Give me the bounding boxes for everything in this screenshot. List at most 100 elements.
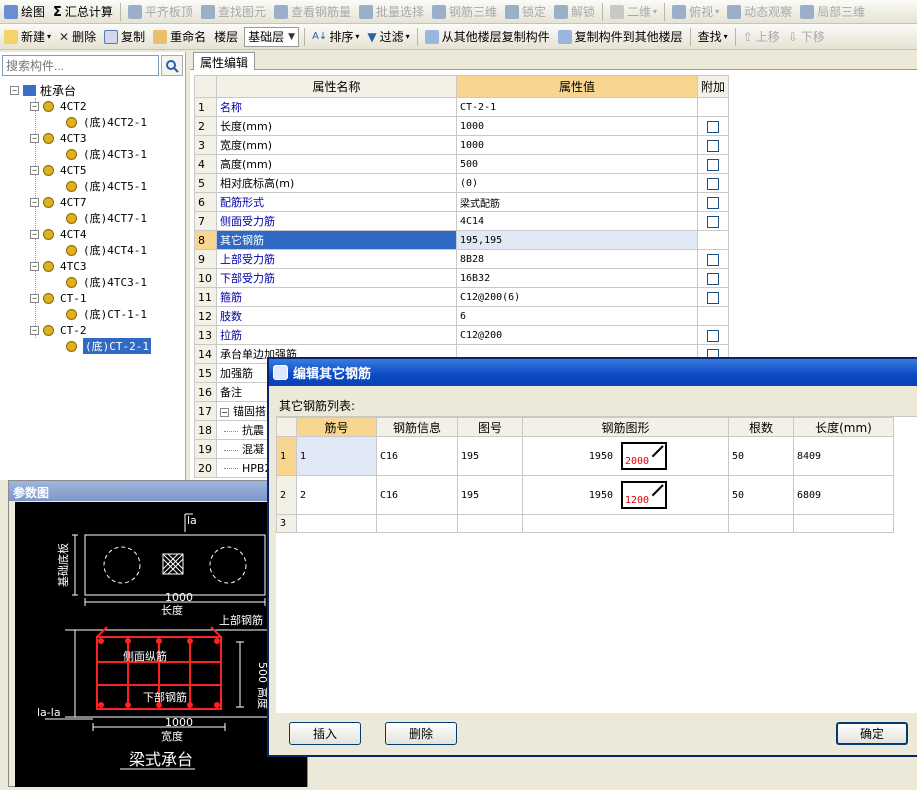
find-button[interactable]: 查找 ▾ [694,26,732,48]
ok-button[interactable]: 确定 [836,722,908,745]
move-up-button[interactable]: ⇧ 上移 [739,26,784,48]
property-row[interactable]: 2 长度(mm) 1000 [194,116,730,136]
property-row[interactable]: 4 高度(mm) 500 [194,154,730,174]
toolbar-button-lock[interactable]: 锁定 [501,1,550,23]
toolbar-button-view-rebar[interactable]: 查看钢筋量 [270,1,355,23]
toolbar-button-unlock[interactable]: 解锁 [550,1,599,23]
property-value[interactable]: 16B32 [456,268,698,288]
collapse-icon[interactable]: − [30,261,39,271]
copy-button[interactable]: 复制 [100,26,149,48]
tree-subitem-ct-2[interactable]: (底)CT-2-1 [66,338,151,354]
copy-from-floor-button[interactable]: 从其他楼层复制构件 [421,26,554,48]
copy-to-floor-button[interactable]: 复制构件到其他楼层 [554,26,687,48]
count-cell[interactable]: 50 [728,475,794,515]
tree-subitem-4ct5[interactable]: (底)4CT5-1 [66,178,147,194]
tree-subitem-4ct4[interactable]: (底)4CT4-1 [66,242,147,258]
property-value[interactable]: 500 [456,154,698,174]
collapse-icon[interactable]: − [30,101,39,111]
count-cell[interactable]: 50 [728,436,794,476]
tree-subitem-4ct7[interactable]: (底)4CT7-1 [66,210,147,226]
property-row[interactable]: 1 名称 CT-2-1 [194,97,730,117]
tree-root[interactable]: − 桩承台 [10,82,76,98]
property-row[interactable]: 11 箍筋 C12@200(6) [194,287,730,307]
bar-info-cell[interactable]: C16 [376,436,458,476]
collapse-icon[interactable]: − [30,133,39,143]
property-value[interactable]: 梁式配筋 [456,192,698,212]
property-value[interactable]: C12@200(6) [456,287,698,307]
extra-checkbox[interactable] [707,158,719,171]
tree-item-4ct2[interactable]: − 4CT2 [30,98,87,114]
delete-button[interactable]: ✕ 删除 [55,26,100,48]
property-row[interactable]: 10 下部受力筋 16B32 [194,268,730,288]
bar-shape-cell[interactable] [522,514,729,533]
bar-number-cell[interactable] [296,514,377,533]
property-value[interactable]: C12@200 [456,325,698,345]
extra-checkbox[interactable] [707,215,719,228]
tree-item-4tc3[interactable]: − 4TC3 [30,258,87,274]
tab-property-edit[interactable]: 属性编辑 [193,52,256,70]
bar-shape-cell[interactable]: 1950 1200 [522,475,729,515]
delete-row-button[interactable]: 删除 [385,722,457,745]
collapse-icon[interactable]: − [30,165,39,175]
count-cell[interactable] [728,514,794,533]
bar-info-cell[interactable] [376,514,458,533]
tree-subitem-ct-1[interactable]: (底)CT-1-1 [66,306,147,322]
property-row[interactable]: 6 配筋形式 梁式配筋 [194,192,730,212]
property-row[interactable]: 7 侧面受力筋 4C14 [194,211,730,231]
collapse-icon[interactable]: − [30,229,39,239]
toolbar-button-align-top[interactable]: 平齐板顶 [124,1,197,23]
extra-checkbox[interactable] [707,329,719,342]
property-row[interactable]: 9 上部受力筋 8B28 [194,249,730,269]
rename-button[interactable]: 重命名 [149,26,210,48]
bar-number-cell[interactable]: 2 [296,475,377,515]
length-cell[interactable] [793,514,894,533]
bar-shape-cell[interactable]: 1950 2000 [522,436,729,476]
tree-subitem-4ct3[interactable]: (底)4CT3-1 [66,146,147,162]
extra-checkbox[interactable] [707,177,719,190]
property-row[interactable]: 12 肢数 6 [194,306,730,326]
figure-no-cell[interactable]: 195 [457,436,523,476]
property-row[interactable]: 8 其它钢筋 195,195 [194,230,730,250]
floor-select[interactable]: 基础层 ▼ [244,26,300,47]
extra-checkbox[interactable] [707,272,719,285]
tree-subitem-4ct2[interactable]: (底)4CT2-1 [66,114,147,130]
property-value[interactable]: 195,195 [456,230,698,250]
tree-item-4ct3[interactable]: − 4CT3 [30,130,87,146]
toolbar-button-rebar-3d[interactable]: 钢筋三维 [428,1,501,23]
collapse-icon[interactable]: − [220,407,229,417]
figure-no-cell[interactable]: 195 [457,475,523,515]
tree-item-4ct7[interactable]: − 4CT7 [30,194,87,210]
rebar-row[interactable]: 3 [276,514,894,533]
rebar-row[interactable]: 2 2 C16 195 1950 1200 50 6809 [276,475,894,515]
toolbar-button-top-view[interactable]: 俯视 ▾ [668,1,723,23]
sort-button[interactable]: A↓ 排序 ▾ [308,26,363,48]
extra-checkbox[interactable] [707,253,719,266]
collapse-icon[interactable]: − [30,325,39,335]
property-value[interactable]: 6 [456,306,698,326]
property-value[interactable]: 1000 [456,116,698,136]
toolbar-button-draw[interactable]: 绘图 [0,1,49,23]
toolbar-button-view-2d[interactable]: 二维 ▾ [606,1,661,23]
figure-no-cell[interactable] [457,514,523,533]
toolbar-button-batch-select[interactable]: 批量选择 [355,1,428,23]
bar-info-cell[interactable]: C16 [376,475,458,515]
tree-item-ct-2[interactable]: − CT-2 [30,322,87,338]
collapse-icon[interactable]: − [30,197,39,207]
extra-checkbox[interactable] [707,139,719,152]
extra-checkbox[interactable] [707,196,719,209]
collapse-icon[interactable]: − [30,293,39,303]
tree-item-4ct5[interactable]: − 4CT5 [30,162,87,178]
search-input[interactable] [2,55,159,76]
toolbar-button-find-element[interactable]: 查找图元 [197,1,270,23]
property-value[interactable]: 1000 [456,135,698,155]
toolbar-button-orbit[interactable]: 动态观察 [723,1,796,23]
dialog-title-bar[interactable]: 编辑其它钢筋 [269,359,917,386]
collapse-icon[interactable]: − [10,85,19,95]
search-button[interactable] [161,55,183,76]
tree-subitem-4tc3[interactable]: (底)4TC3-1 [66,274,147,290]
insert-button[interactable]: 插入 [289,722,361,745]
property-row[interactable]: 13 拉筋 C12@200 [194,325,730,345]
property-value[interactable]: 8B28 [456,249,698,269]
toolbar-button-sigma[interactable]: Σ 汇总计算 [49,1,117,23]
property-value[interactable]: CT-2-1 [456,97,698,117]
